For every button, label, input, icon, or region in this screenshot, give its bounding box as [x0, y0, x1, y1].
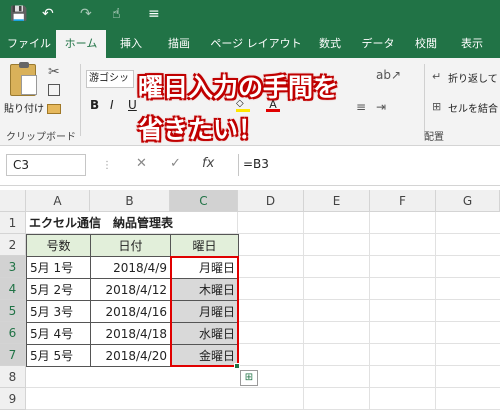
tab-page-layout[interactable]: ページ レイアウト: [206, 30, 306, 58]
orientation-icon[interactable]: ab↗: [376, 68, 401, 82]
copy-icon[interactable]: [48, 84, 60, 96]
column-header[interactable]: E: [304, 190, 370, 212]
ribbon-divider: [80, 64, 81, 136]
table-cell[interactable]: 月曜日: [170, 300, 239, 323]
column-header[interactable]: D: [238, 190, 304, 212]
format-painter-icon[interactable]: [47, 104, 61, 114]
fill-handle[interactable]: [234, 363, 240, 369]
ribbon-divider: [424, 64, 425, 136]
row-header[interactable]: 2: [0, 234, 26, 256]
row-header[interactable]: 3: [0, 256, 26, 278]
table-cell[interactable]: 2018/4/12: [90, 278, 171, 301]
paste-button-label[interactable]: 貼り付け: [4, 100, 44, 115]
table-cell[interactable]: 2018/4/9: [90, 256, 171, 279]
tab-insert[interactable]: 挿入: [110, 30, 152, 58]
row-header[interactable]: 8: [0, 366, 26, 388]
caption-line-1: 曜日入力の手間を: [138, 73, 339, 102]
tab-formulas[interactable]: 数式: [310, 30, 350, 58]
tab-draw[interactable]: 描画: [158, 30, 200, 58]
indent-icon[interactable]: ⇥: [376, 100, 386, 114]
tab-home[interactable]: ホーム: [56, 30, 106, 58]
ribbon-tabs: ファイル ホーム 挿入 描画 ページ レイアウト 数式 データ 校閲 表示: [0, 30, 500, 58]
tab-file[interactable]: ファイル: [4, 30, 54, 58]
empty-cells-area[interactable]: [238, 212, 500, 410]
merge-center-button[interactable]: セルを結合し: [448, 100, 498, 115]
row-header[interactable]: 9: [0, 388, 26, 410]
column-header[interactable]: G: [436, 190, 500, 212]
cut-icon[interactable]: ✂: [48, 64, 60, 80]
table-cell[interactable]: 木曜日: [170, 278, 239, 301]
wrap-text-icon[interactable]: ↵: [432, 70, 441, 83]
enter-icon[interactable]: ✓: [170, 156, 181, 171]
formula-input[interactable]: =B3: [238, 154, 494, 176]
table-cell[interactable]: 2018/4/18: [90, 322, 171, 345]
column-header[interactable]: A: [26, 190, 90, 212]
undo-icon[interactable]: ↶: [42, 5, 54, 23]
row-header[interactable]: 6: [0, 322, 26, 344]
cancel-icon[interactable]: ✕: [136, 156, 147, 171]
table-cell[interactable]: 月曜日: [170, 256, 239, 279]
table-cell[interactable]: 5月 2号: [26, 278, 91, 301]
empty-cells-area[interactable]: [26, 366, 238, 410]
select-all-corner[interactable]: [0, 190, 26, 212]
paste-icon[interactable]: [10, 62, 37, 96]
table-header-cell[interactable]: 号数: [26, 234, 91, 257]
customize-qat-icon[interactable]: ≡: [148, 5, 160, 23]
table-cell[interactable]: 5月 3号: [26, 300, 91, 323]
align-right-icon[interactable]: ≡: [356, 100, 366, 114]
insert-function-icon[interactable]: fx: [202, 156, 214, 171]
name-box-divider: ⋮: [102, 160, 112, 171]
table-cell[interactable]: 2018/4/20: [90, 344, 171, 367]
table-cell[interactable]: 5月 4号: [26, 322, 91, 345]
table-cell[interactable]: 5月 5号: [26, 344, 91, 367]
redo-icon[interactable]: ↷: [80, 5, 92, 23]
clipboard-group-label: クリップボード: [6, 132, 76, 143]
table-cell[interactable]: 水曜日: [170, 322, 239, 345]
column-header[interactable]: C: [170, 190, 238, 212]
underline-button[interactable]: U: [128, 98, 137, 112]
row-header[interactable]: 1: [0, 212, 26, 234]
save-icon[interactable]: 💾: [10, 5, 27, 23]
tab-data[interactable]: データ: [356, 30, 400, 58]
table-cell[interactable]: 2018/4/16: [90, 300, 171, 323]
row-header[interactable]: 7: [0, 344, 26, 366]
column-header[interactable]: B: [90, 190, 170, 212]
touch-mode-icon[interactable]: ☝: [112, 5, 121, 23]
bold-button[interactable]: B: [90, 98, 99, 112]
tab-review[interactable]: 校閲: [406, 30, 446, 58]
tab-view[interactable]: 表示: [452, 30, 492, 58]
name-box[interactable]: C3: [6, 154, 86, 176]
alignment-group-label: 配置: [424, 132, 444, 143]
row-header[interactable]: 5: [0, 300, 26, 322]
merge-center-icon[interactable]: ⊞: [432, 100, 441, 113]
table-header-cell[interactable]: 日付: [90, 234, 171, 257]
quick-access-toolbar: 💾 ↶ ↷ ☝ ≡: [0, 0, 500, 30]
row-header[interactable]: 4: [0, 278, 26, 300]
table-cell[interactable]: 金曜日: [170, 344, 239, 367]
font-name-select[interactable]: 游ゴシッ: [86, 70, 134, 88]
auto-fill-options-icon[interactable]: ⊞: [240, 370, 258, 386]
column-header[interactable]: F: [370, 190, 436, 212]
table-header-cell[interactable]: 曜日: [170, 234, 239, 257]
formula-bar: C3 ⋮ ✕ ✓ fx =B3: [0, 146, 500, 186]
sheet-title-cell[interactable]: エクセル通信 納品管理表: [26, 212, 238, 234]
caption-line-2: 省きたい！: [138, 115, 264, 144]
wrap-text-button[interactable]: 折り返して全: [448, 70, 498, 85]
table-cell[interactable]: 5月 1号: [26, 256, 91, 279]
italic-button[interactable]: I: [110, 98, 114, 112]
